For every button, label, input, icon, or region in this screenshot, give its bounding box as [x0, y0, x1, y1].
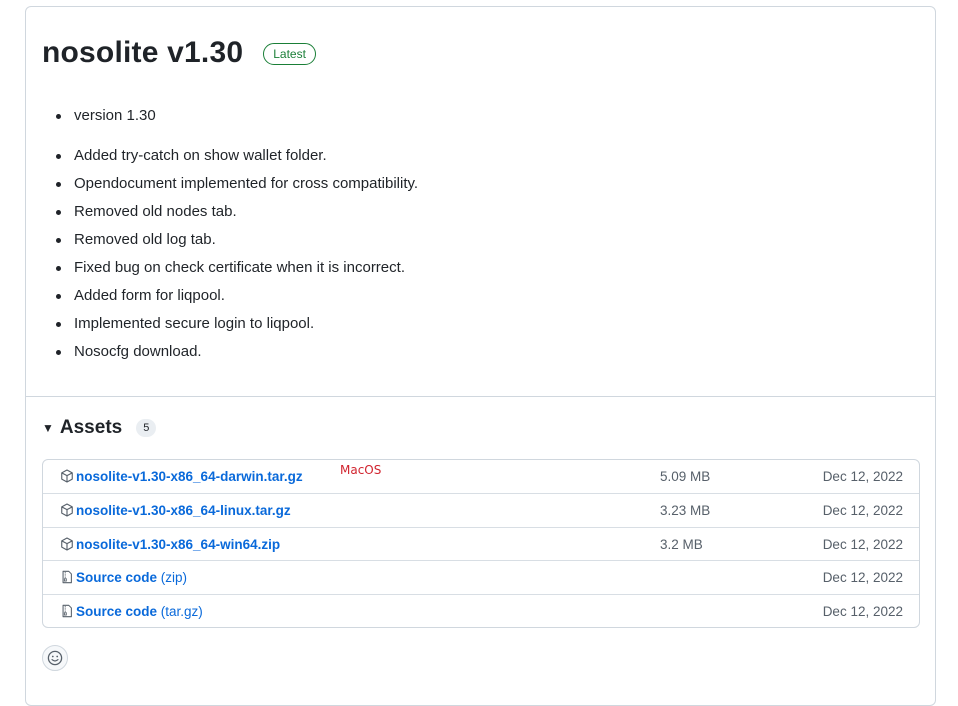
asset-date: Dec 12, 2022: [822, 469, 903, 484]
change-item: Added try-catch on show wallet folder.: [56, 142, 418, 170]
package-icon: [61, 503, 73, 517]
assets-toggle[interactable]: ▼ Assets 5: [42, 417, 157, 439]
asset-row: nosolite-v1.30-x86_64-win64.zip 3.2 MB D…: [43, 526, 919, 560]
triangle-down-icon[interactable]: ▼: [42, 421, 54, 435]
change-item: Fixed bug on check certificate when it i…: [56, 254, 418, 282]
macos-annotation: MacOS: [340, 463, 382, 477]
asset-size: 3.23 MB: [660, 503, 711, 519]
release-title[interactable]: nosolite v1.30: [42, 36, 243, 70]
asset-row: nosolite-v1.30-x86_64-darwin.tar.gz 5.09…: [43, 460, 919, 493]
assets-title: Assets: [59, 417, 123, 438]
asset-name: nosolite-v1.30-x86_64-linux.tar.gz: [76, 503, 291, 519]
asset-name: nosolite-v1.30-x86_64-win64.zip: [76, 536, 281, 552]
change-item: Removed old log tab.: [56, 226, 418, 254]
asset-date: Dec 12, 2022: [822, 570, 903, 586]
asset-date: Dec 12, 2022: [822, 603, 903, 619]
asset-name: Source code: [76, 603, 158, 619]
asset-list: nosolite-v1.30-x86_64-darwin.tar.gz 5.09…: [42, 459, 920, 628]
latest-badge: Latest: [263, 43, 316, 65]
asset-row: Source code (zip) Dec 12, 2022: [43, 560, 919, 593]
asset-download-link[interactable]: nosolite-v1.30-x86_64-darwin.tar.gz: [76, 469, 303, 484]
section-divider: [26, 396, 935, 397]
asset-row: Source code (tar.gz) Dec 12, 2022: [43, 593, 919, 627]
version-list: version 1.30: [56, 102, 156, 130]
file-zip-icon: [62, 570, 72, 584]
package-icon: [61, 469, 73, 483]
asset-size: 3.2 MB: [660, 536, 703, 552]
add-reaction-button[interactable]: [42, 645, 68, 671]
assets-count-badge: 5: [136, 419, 157, 437]
asset-date: Dec 12, 2022: [822, 503, 903, 519]
change-item: Removed old nodes tab.: [56, 198, 418, 226]
release-header: nosolite v1.30 Latest: [42, 33, 316, 73]
asset-row: nosolite-v1.30-x86_64-linux.tar.gz 3.23 …: [43, 493, 919, 526]
change-item: Nosocfg download.: [56, 338, 418, 366]
asset-download-link[interactable]: Source code (tar.gz): [76, 604, 203, 619]
asset-suffix: (zip): [157, 570, 188, 586]
asset-date: Dec 12, 2022: [822, 536, 903, 552]
asset-name: Source code: [76, 570, 158, 586]
asset-suffix: (tar.gz): [157, 603, 203, 619]
change-item: Added form for liqpool.: [56, 282, 418, 310]
smiley-icon: [47, 650, 63, 666]
asset-download-link[interactable]: nosolite-v1.30-x86_64-win64.zip: [76, 537, 280, 552]
change-item: Implemented secure login to liqpool.: [56, 310, 418, 338]
asset-download-link[interactable]: nosolite-v1.30-x86_64-linux.tar.gz: [76, 503, 291, 518]
change-item: Opendocument implemented for cross compa…: [56, 170, 418, 198]
change-list: Added try-catch on show wallet folder. O…: [56, 142, 418, 366]
asset-download-link[interactable]: Source code (zip): [76, 570, 187, 585]
asset-name: nosolite-v1.30-x86_64-darwin.tar.gz: [76, 469, 303, 484]
file-zip-icon: [62, 604, 72, 617]
release-card: nosolite v1.30 Latest version 1.30 Added…: [25, 6, 936, 706]
version-note: version 1.30: [56, 102, 156, 130]
package-icon: [61, 537, 73, 551]
asset-size: 5.09 MB: [660, 469, 711, 484]
